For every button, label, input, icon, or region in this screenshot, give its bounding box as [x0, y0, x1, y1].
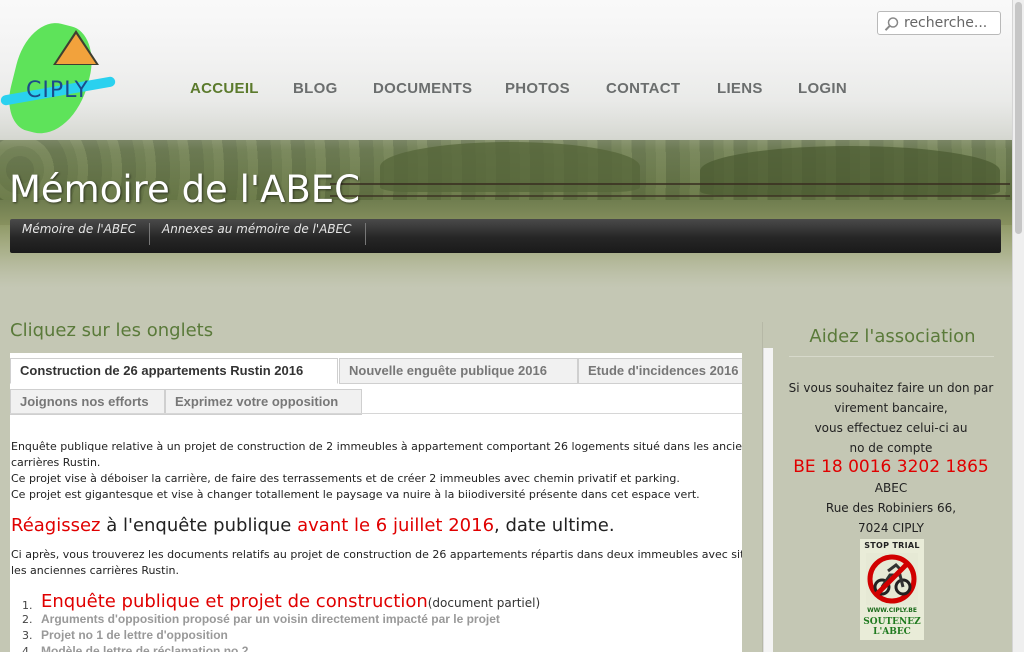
subnav-item-annexes[interactable]: Annexes au mémoire de l'ABEC — [162, 222, 352, 236]
sub-navigation: Mémoire de l'ABEC Annexes au mémoire de … — [10, 219, 1001, 253]
donation-text: Si vous souhaitez faire un don par — [788, 381, 994, 395]
document-link[interactable]: Arguments d'opposition proposé par un vo… — [41, 612, 500, 626]
hero-tree — [700, 146, 1000, 196]
nav-item-login[interactable]: LOGIN — [798, 80, 847, 97]
subnav-divider — [365, 223, 366, 245]
badge-url: WWW.CIPLY.BE — [867, 607, 917, 614]
list-number: 2. — [22, 613, 33, 626]
logo-text: CIPLY — [26, 78, 89, 103]
section-heading: Cliquez sur les onglets — [10, 320, 214, 341]
body-paragraph: Enquête publique relative à un projet de… — [11, 440, 742, 453]
tab-nouvelle-enquete[interactable]: Nouvelle enguête publique 2016 — [339, 358, 578, 384]
tab-construction-rustin[interactable]: Construction de 26 appartements Rustin 2… — [10, 358, 338, 384]
donation-text: virement bancaire, — [834, 401, 948, 415]
document-link[interactable]: Projet no 1 de lettre d'opposition — [41, 628, 228, 642]
nav-item-documents[interactable]: DOCUMENTS — [373, 80, 472, 97]
document-note: (document partiel) — [427, 596, 541, 610]
tabs-panel: Construction de 26 appartements Rustin 2… — [10, 353, 742, 652]
hero-sky — [0, 0, 1012, 140]
donation-text: no de compte — [849, 441, 933, 455]
cta-text-end: , date ultime. — [494, 515, 615, 536]
search-input[interactable] — [904, 14, 998, 32]
badge-title: STOP TRIAL — [864, 541, 920, 550]
tabs-divider — [10, 413, 742, 414]
page-scrollbar[interactable] — [1012, 0, 1024, 652]
intro-paragraph: Ci après, vous trouverez les documents r… — [11, 548, 742, 561]
document-link[interactable]: Enquête publique et projet de constructi… — [41, 591, 540, 612]
document-link[interactable]: Modèle de lettre de réclamation no 2 — [41, 644, 248, 652]
hero-fence — [330, 195, 1010, 197]
nav-item-blog[interactable]: BLOG — [293, 80, 338, 97]
subnav-item-memoire[interactable]: Mémoire de l'ABEC — [22, 222, 136, 236]
donation-text: vous effectuez celui-ci au — [814, 421, 968, 435]
body-paragraph: carrières Rustin. — [11, 456, 101, 469]
body-paragraph: Ce projet est gigantesque et vise à chan… — [11, 488, 700, 501]
body-paragraph: Ce projet vise à déboiser la carrière, d… — [11, 472, 680, 485]
logo-triangle — [56, 34, 96, 64]
page-title: Mémoire de l'ABEC — [9, 168, 360, 211]
list-number: 4. — [22, 645, 33, 652]
search-box[interactable] — [877, 11, 1001, 35]
nav-item-contact[interactable]: CONTACT — [606, 80, 680, 97]
list-number: 1. — [22, 599, 33, 612]
tab-joignons-efforts[interactable]: Joignons nos efforts — [10, 389, 165, 415]
bank-account-number: BE 18 0016 3202 1865 — [793, 457, 989, 477]
badge-image — [866, 553, 918, 605]
list-number: 3. — [22, 629, 33, 642]
search-icon[interactable] — [884, 16, 900, 36]
cta-emphasis: Réagissez — [11, 515, 101, 536]
sidebar-title: Aidez l'association — [809, 326, 976, 347]
hero-fence — [330, 183, 1010, 185]
address-line: 7024 CIPLY — [858, 521, 924, 535]
nav-item-photos[interactable]: PHOTOS — [505, 80, 570, 97]
badge-tagline: SOUTENEZ — [863, 617, 921, 627]
intro-paragraph: les anciennes carrières Rustin. — [11, 564, 180, 577]
subnav-divider — [149, 223, 150, 245]
site-logo[interactable]: CIPLY — [0, 15, 120, 143]
address-line: ABEC — [874, 481, 908, 495]
tab-etude-incidences[interactable]: Etude d'incidences 2016 — [578, 358, 742, 384]
page-scrollbar-thumb[interactable] — [1015, 2, 1022, 234]
stop-trial-badge[interactable]: STOP TRIAL WWW.CIPLY.BE SOUTENEZ L'ABEC — [860, 539, 924, 640]
cta-deadline: avant le 6 juillet 2016 — [297, 515, 495, 536]
content-scrollbar[interactable] — [763, 348, 773, 652]
document-link-label[interactable]: Enquête publique et projet de constructi… — [41, 591, 428, 612]
cta-text: à l'enquête publique — [100, 515, 298, 536]
tab-exprimez-opposition[interactable]: Exprimez votre opposition — [165, 389, 362, 415]
badge-tagline: L'ABEC — [873, 627, 911, 637]
nav-item-accueil[interactable]: ACCUEIL — [190, 80, 259, 97]
address-line: Rue des Robiniers 66, — [825, 501, 957, 515]
call-to-action: Réagissez à l'enquête publique avant le … — [11, 515, 615, 536]
sidebar-divider — [789, 356, 994, 357]
nav-item-liens[interactable]: LIENS — [717, 80, 763, 97]
